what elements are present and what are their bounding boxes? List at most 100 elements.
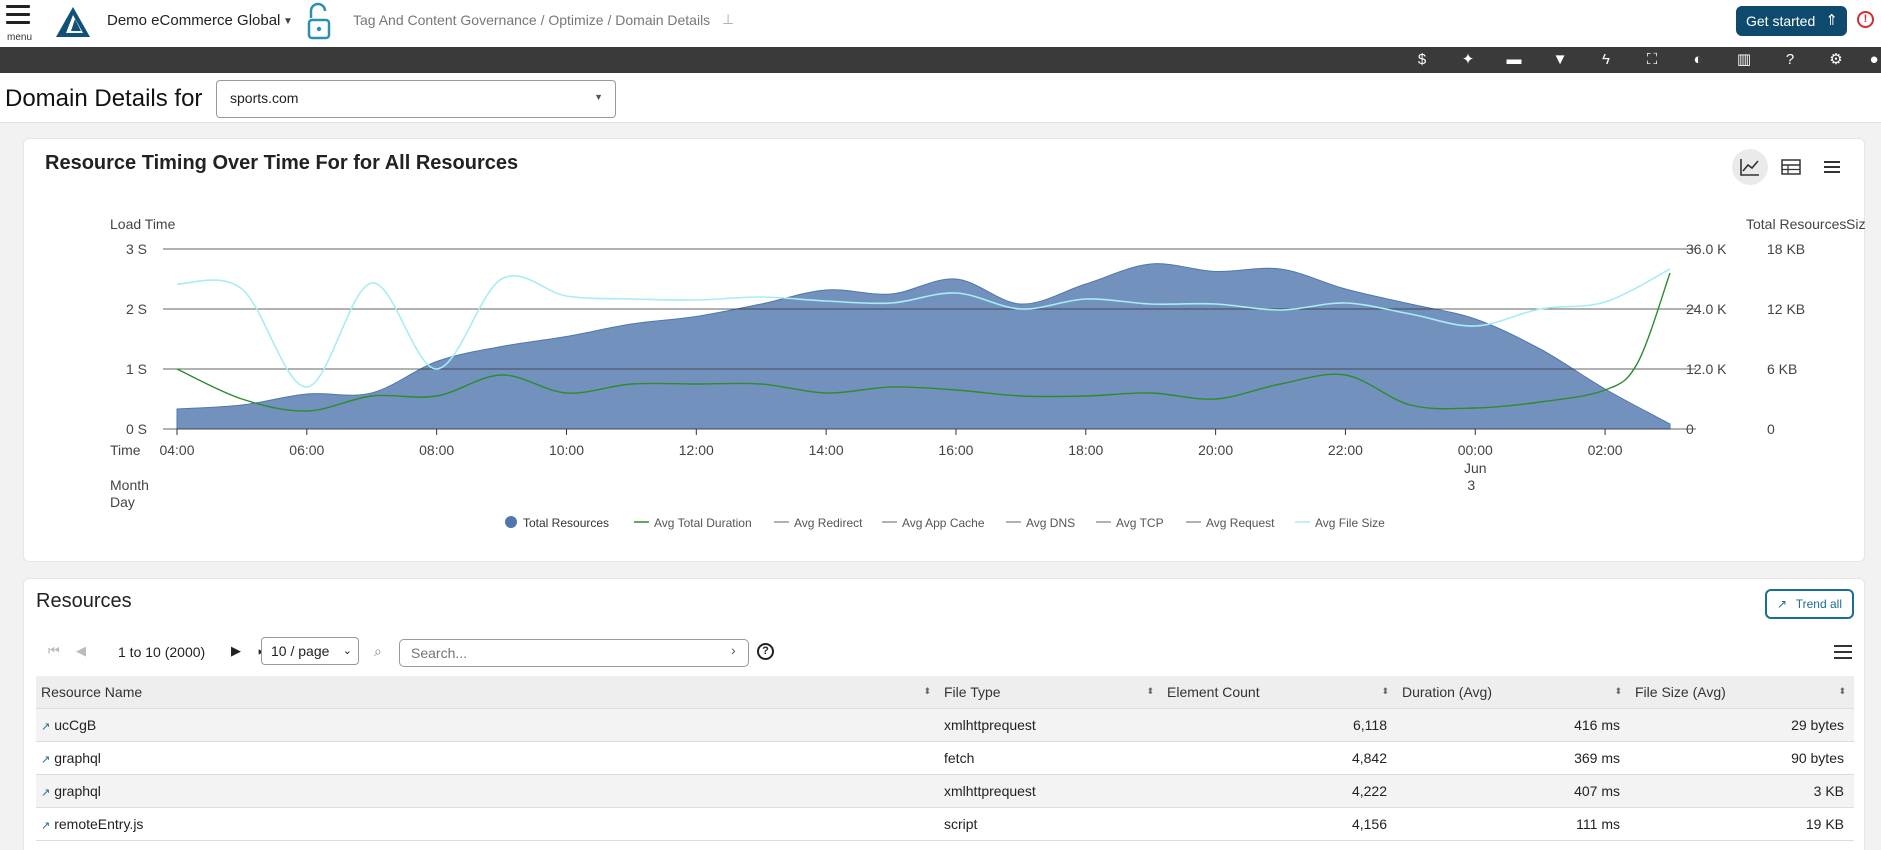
y-right-tick-label: 24.0 K <box>1686 301 1727 317</box>
columns-icon[interactable]: ▥ <box>1734 51 1754 69</box>
resource-name[interactable]: ucCgB <box>54 717 96 733</box>
y-right2-tick-label: 0 <box>1767 421 1775 437</box>
hamburger-icon <box>6 5 30 8</box>
element-count: 4,842 <box>1162 741 1397 775</box>
sort-icon[interactable]: ⬍ <box>1614 686 1622 697</box>
get-started-button[interactable]: Get started ⇑ <box>1736 6 1847 36</box>
series-area-total-resources <box>176 263 1671 430</box>
table-row[interactable]: ↗ graphql fetch 4,842 369 ms 90 bytes <box>36 741 1854 775</box>
resource-name[interactable]: graphql <box>54 750 101 766</box>
element-count: 4,156 <box>1162 807 1397 841</box>
chevron-down-icon[interactable]: ▼ <box>283 16 293 27</box>
y-left-tick-label: 1 S <box>126 361 147 377</box>
fullscreen-icon[interactable]: ⛶ <box>1642 51 1662 69</box>
x-tick-label: 04:00 <box>159 442 194 458</box>
x-tick-label: 12:00 <box>679 442 714 458</box>
column-header[interactable]: Duration (Avg) ⬍ <box>1397 676 1630 709</box>
column-header-label: File Type <box>944 683 1001 700</box>
y-left-tick-label: 3 S <box>126 241 147 257</box>
table-row[interactable]: ↗ ucCgB xmlhttprequest 6,118 416 ms 29 by… <box>36 708 1854 742</box>
hamburger-icon-bar <box>6 21 30 24</box>
filter-icon[interactable]: ▼ <box>1550 51 1570 69</box>
resource-name[interactable]: graphql <box>54 783 101 799</box>
column-header[interactable]: File Size (Avg) ⬍ <box>1630 676 1854 709</box>
prev-page-icon[interactable]: ◀ <box>76 643 86 659</box>
y-right2-tick-label: 12 KB <box>1767 301 1805 317</box>
y-right-tick-label: 0 <box>1686 421 1694 437</box>
y-left-axis-title: Load Time <box>110 216 176 232</box>
chat-icon[interactable]: ▬ <box>1504 51 1524 69</box>
y-right2-tick-label: 18 KB <box>1767 241 1805 257</box>
help-icon[interactable]: ? <box>1780 51 1800 69</box>
question-icon[interactable]: ? <box>757 643 774 660</box>
legend-item-avg-redirect: Avg Redirect <box>794 516 863 530</box>
toolbar: $ ✦ ▬ ▼ ϟ ⛶ ◐ ▥ ? ⚙ ● <box>0 47 1881 73</box>
sparkle-icon[interactable]: ✦ <box>1458 51 1478 69</box>
lightning-icon[interactable]: ϟ <box>1596 51 1616 69</box>
domain-select[interactable]: sports.com ▼ <box>216 80 616 118</box>
first-page-icon[interactable]: ⏮ <box>48 643 60 659</box>
file-type: fetch <box>939 741 1162 775</box>
resource-name[interactable]: remoteEntry.js <box>54 816 143 832</box>
y-right-tick-label: 36.0 K <box>1686 241 1727 257</box>
legend-item-total-resources-marker <box>505 516 517 528</box>
table-row[interactable]: ↗ graphql xmlhttprequest 4,222 407 ms 3 K… <box>36 774 1854 808</box>
sort-icon[interactable]: ⬍ <box>1146 686 1154 697</box>
file-size-avg: 19 KB <box>1630 807 1854 841</box>
column-header-label: Resource Name <box>41 683 143 700</box>
chevron-right-icon[interactable]: › <box>731 642 736 658</box>
y-left-tick-label: 2 S <box>126 301 147 317</box>
y-right2-axis-title: Size <box>1846 216 1866 232</box>
column-header[interactable]: File Type ⬍ <box>939 676 1162 709</box>
x-tick-month: Jun <box>1464 460 1487 476</box>
x-axis-title-time: Time <box>110 442 141 458</box>
breadcrumb[interactable]: Tag And Content Governance / Optimize / … <box>353 12 710 28</box>
x-axis-title-day: Day <box>110 494 135 510</box>
trend-all-button[interactable]: ↗ Trend all <box>1765 589 1854 619</box>
dollar-icon[interactable]: $ <box>1412 51 1432 69</box>
menu-button[interactable]: menu <box>6 5 32 43</box>
duration-avg: 111 ms <box>1397 807 1630 841</box>
trend-icon[interactable]: ↗ <box>41 754 50 766</box>
trend-icon[interactable]: ↗ <box>41 787 50 799</box>
duration-avg: 369 ms <box>1397 741 1630 775</box>
chevron-down-icon: ⌄ <box>342 645 352 657</box>
company-logo-icon[interactable] <box>54 5 92 39</box>
x-axis-title-month: Month <box>110 477 149 493</box>
column-header[interactable]: Resource Name ⬍ <box>36 676 939 709</box>
table-menu-button[interactable] <box>1834 645 1852 663</box>
search-input[interactable] <box>399 639 749 667</box>
hamburger-icon-bar <box>1834 657 1852 659</box>
table-row[interactable]: ↗ remoteEntry.js script 4,156 111 ms 19 K… <box>36 807 1854 841</box>
pin-icon[interactable]: ⊥ <box>722 11 734 28</box>
x-tick-label: 08:00 <box>419 442 454 458</box>
page-title: Domain Details for <box>5 85 203 112</box>
file-size-avg: 29 bytes <box>1630 708 1854 742</box>
contrast-icon[interactable]: ◐ <box>1688 51 1708 69</box>
resource-timing-chart: Load TimeTotal ResourcesSize0 S001 S12.0… <box>110 216 1866 530</box>
column-header[interactable]: Element Count ⬍ <box>1162 676 1397 709</box>
top-header: menu Demo eCommerce Global ▼ Tag And Con… <box>0 0 1881 47</box>
per-page-select[interactable]: 10 / page ⌄ <box>261 637 359 665</box>
sort-icon[interactable]: ⬍ <box>1381 686 1389 697</box>
legend-item-avg-dns: Avg DNS <box>1026 516 1075 530</box>
hamburger-icon <box>1834 645 1852 647</box>
gear-icon[interactable]: ⚙ <box>1826 51 1846 69</box>
unlock-icon[interactable] <box>305 2 333 40</box>
x-tick-day: 3 <box>1467 477 1475 493</box>
y-right2-tick-label: 6 KB <box>1767 361 1797 377</box>
x-tick-label: 02:00 <box>1588 442 1623 458</box>
sort-icon[interactable]: ⬍ <box>923 686 931 697</box>
file-type: xmlhttprequest <box>939 774 1162 808</box>
sort-icon[interactable]: ⬍ <box>1838 686 1846 697</box>
trend-icon[interactable]: ↗ <box>41 721 50 733</box>
trend-icon[interactable]: ↗ <box>41 820 50 832</box>
per-page-value: 10 / page <box>271 643 330 659</box>
legend-item-avg-file-size: Avg File Size <box>1315 516 1385 530</box>
org-name[interactable]: Demo eCommerce Global <box>107 12 280 29</box>
user-icon[interactable]: ● <box>1864 51 1881 69</box>
alert-icon[interactable]: ! <box>1857 11 1874 28</box>
column-header-label: File Size (Avg) <box>1635 683 1726 700</box>
next-page-icon[interactable]: ▶ <box>231 643 241 659</box>
menu-label: menu <box>7 32 33 43</box>
